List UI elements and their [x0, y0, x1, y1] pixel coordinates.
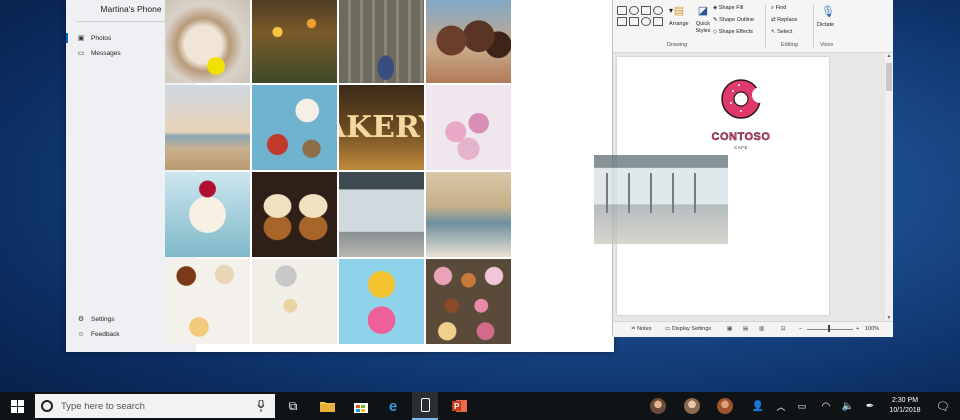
- pen-workspace-icon[interactable]: ✒: [862, 392, 878, 420]
- photo-tile[interactable]: [165, 85, 250, 170]
- task-view-icon[interactable]: ⧉: [282, 392, 304, 420]
- photo-tile[interactable]: [252, 85, 337, 170]
- message-icon: ▭: [77, 50, 85, 57]
- wifi-icon[interactable]: ◠: [818, 392, 834, 420]
- shape-effects-button[interactable]: ◇ Shape Effects: [713, 29, 753, 35]
- photo-tile[interactable]: AKERY: [339, 85, 424, 170]
- cortana-icon: [41, 400, 53, 412]
- photo-tile[interactable]: [252, 172, 337, 257]
- web-layout-icon[interactable]: ▤: [743, 326, 748, 332]
- vertical-scrollbar[interactable]: ▲ ▼: [885, 53, 893, 321]
- clock-date: 10/1/2018: [889, 407, 921, 414]
- scroll-thumb[interactable]: [886, 63, 892, 91]
- microphone-icon[interactable]: [257, 400, 265, 412]
- dictate-button[interactable]: Dictate: [817, 22, 834, 28]
- nav-messages-label: Messages: [91, 49, 121, 57]
- zoom-level[interactable]: 100%: [865, 326, 879, 332]
- zoom-out-icon[interactable]: −: [799, 326, 802, 332]
- notes-button[interactable]: ≐ Notes: [631, 326, 652, 332]
- logo-subtitle: CAFE: [733, 145, 748, 150]
- photo-tile[interactable]: [252, 259, 337, 344]
- taskbar: Type here to search ⧉ e P 👤 ︿ ▭ ◠ 🔈 ✒ 2:…: [0, 392, 960, 420]
- edge-icon[interactable]: e: [382, 392, 404, 420]
- ribbon-separator: [765, 4, 766, 48]
- nav-settings-label: Settings: [91, 315, 115, 323]
- photo-tile[interactable]: [165, 259, 250, 344]
- store-icon[interactable]: [350, 392, 372, 420]
- start-button[interactable]: [0, 392, 34, 420]
- volume-icon[interactable]: 🔈: [840, 392, 856, 420]
- select-button[interactable]: ↖ Select: [771, 29, 792, 35]
- shapes-gallery[interactable]: [617, 6, 665, 38]
- quick-styles-button[interactable]: Quick Styles: [691, 21, 715, 35]
- contact-avatar[interactable]: [717, 398, 733, 414]
- photo-tile[interactable]: [339, 0, 424, 83]
- microphone-icon: 🎙: [821, 6, 835, 18]
- photo-tile[interactable]: [339, 172, 424, 257]
- group-label-editing: Editing: [781, 42, 798, 48]
- status-bar: ≐ Notes ▭ Display Settings ▦ ▤ ▥ ⊡ − + 1…: [613, 321, 893, 337]
- file-explorer-icon[interactable]: [316, 392, 338, 420]
- chevron-up-icon[interactable]: ︿: [774, 392, 788, 420]
- battery-icon[interactable]: ▭: [794, 392, 810, 420]
- photo-gallery: AKERY: [165, 0, 511, 344]
- photo-tile[interactable]: [426, 172, 511, 257]
- search-input[interactable]: Type here to search: [35, 394, 275, 418]
- action-center-icon[interactable]: 🗨: [932, 392, 954, 420]
- photo-tile[interactable]: [426, 85, 511, 170]
- display-settings-button[interactable]: ▭ Display Settings: [665, 326, 711, 332]
- contact-avatar[interactable]: [684, 398, 700, 414]
- search-placeholder: Type here to search: [61, 400, 145, 412]
- dragged-photo-preview: [594, 155, 728, 244]
- monitor-icon: ▭: [665, 326, 672, 332]
- bakery-sign-art: AKERY: [339, 110, 424, 145]
- nav-feedback-label: Feedback: [91, 330, 120, 338]
- photos-icon: ▣: [77, 35, 85, 42]
- shape-fill-button[interactable]: ◈ Shape Fill: [713, 5, 743, 11]
- clock-time: 2:30 PM: [891, 397, 919, 404]
- svg-text:P: P: [454, 402, 460, 411]
- zoom-slider-thumb[interactable]: [828, 325, 830, 332]
- people-icon[interactable]: 👤: [748, 392, 768, 420]
- photo-tile[interactable]: [339, 259, 424, 344]
- photo-tile[interactable]: [165, 172, 250, 257]
- arrange-icon: ▤: [673, 5, 685, 17]
- windows-logo-icon: [10, 399, 24, 413]
- focus-icon[interactable]: ⊡: [781, 326, 786, 332]
- zoom-in-icon[interactable]: +: [856, 326, 859, 332]
- gear-icon: ⚙: [77, 316, 85, 323]
- group-label-drawing: Drawing: [667, 42, 688, 48]
- photo-tile[interactable]: [426, 259, 511, 344]
- find-button[interactable]: ⌕ Find: [771, 5, 786, 12]
- storefront-windows-art: [606, 173, 716, 213]
- arrange-button[interactable]: Arrange: [669, 21, 689, 27]
- nav-photos-label: Photos: [91, 34, 112, 42]
- powerpoint-icon[interactable]: P: [448, 392, 470, 420]
- photo-tile[interactable]: [252, 0, 337, 83]
- feedback-icon: ☺: [77, 330, 85, 338]
- quick-styles-icon: ◪: [697, 5, 709, 17]
- photo-tile[interactable]: [426, 0, 511, 83]
- shape-outline-button[interactable]: ✎ Shape Outline: [713, 17, 754, 23]
- group-label-voice: Voice: [820, 42, 834, 48]
- print-layout-icon[interactable]: ▦: [727, 326, 732, 332]
- clock[interactable]: 2:30 PM 10/1/2018: [884, 396, 926, 416]
- ribbon-separator: [813, 4, 814, 48]
- read-mode-icon[interactable]: ▥: [759, 326, 764, 332]
- photo-tile[interactable]: [165, 0, 250, 83]
- logo-name: CONTOSO: [711, 131, 771, 143]
- scroll-up-icon[interactable]: ▲: [885, 53, 893, 59]
- contoso-donut-logo: [721, 79, 763, 119]
- contact-avatar[interactable]: [650, 398, 666, 414]
- replace-button[interactable]: ⇄ Replace: [771, 17, 797, 23]
- your-phone-app-icon[interactable]: [412, 392, 438, 420]
- zoom-slider[interactable]: [807, 329, 853, 330]
- ribbon: ▾ ▤ Arrange ◪ Quick Styles ◈ Shape Fill …: [613, 0, 893, 53]
